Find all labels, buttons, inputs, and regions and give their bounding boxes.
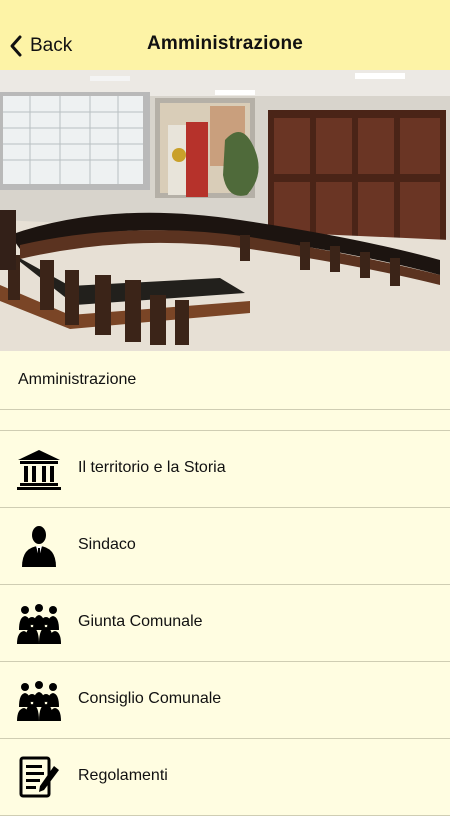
section-header-label: Amministrazione	[18, 371, 137, 388]
menu-item-label: Regolamenti	[78, 767, 168, 784]
menu-item-label: Giunta Comunale	[78, 613, 203, 630]
menu-item-label: Consiglio Comunale	[78, 690, 222, 707]
council-chamber-photo	[0, 70, 450, 351]
nav-bar: Back Amministrazione	[0, 0, 450, 70]
menu-list: Il territorio e la Storia Sindaco Giunta…	[0, 431, 450, 816]
person-suit-icon	[16, 525, 62, 567]
page-title: Amministrazione	[146, 33, 304, 54]
menu-item-giunta[interactable]: Giunta Comunale	[0, 585, 450, 662]
menu-item-consiglio[interactable]: Consiglio Comunale	[0, 662, 450, 739]
menu-item-regolamenti[interactable]: Regolamenti	[0, 739, 450, 816]
document-pen-icon	[16, 756, 62, 798]
menu-item-label: Sindaco	[78, 536, 136, 553]
menu-item-sindaco[interactable]: Sindaco	[0, 508, 450, 585]
group-people-icon	[16, 602, 62, 644]
building-columns-icon	[16, 448, 62, 490]
list-spacer	[0, 410, 450, 431]
section-header: Amministrazione	[0, 351, 450, 410]
menu-item-label: Il territorio e la Storia	[78, 459, 226, 476]
group-people-icon	[16, 679, 62, 721]
menu-item-territorio[interactable]: Il territorio e la Storia	[0, 431, 450, 508]
